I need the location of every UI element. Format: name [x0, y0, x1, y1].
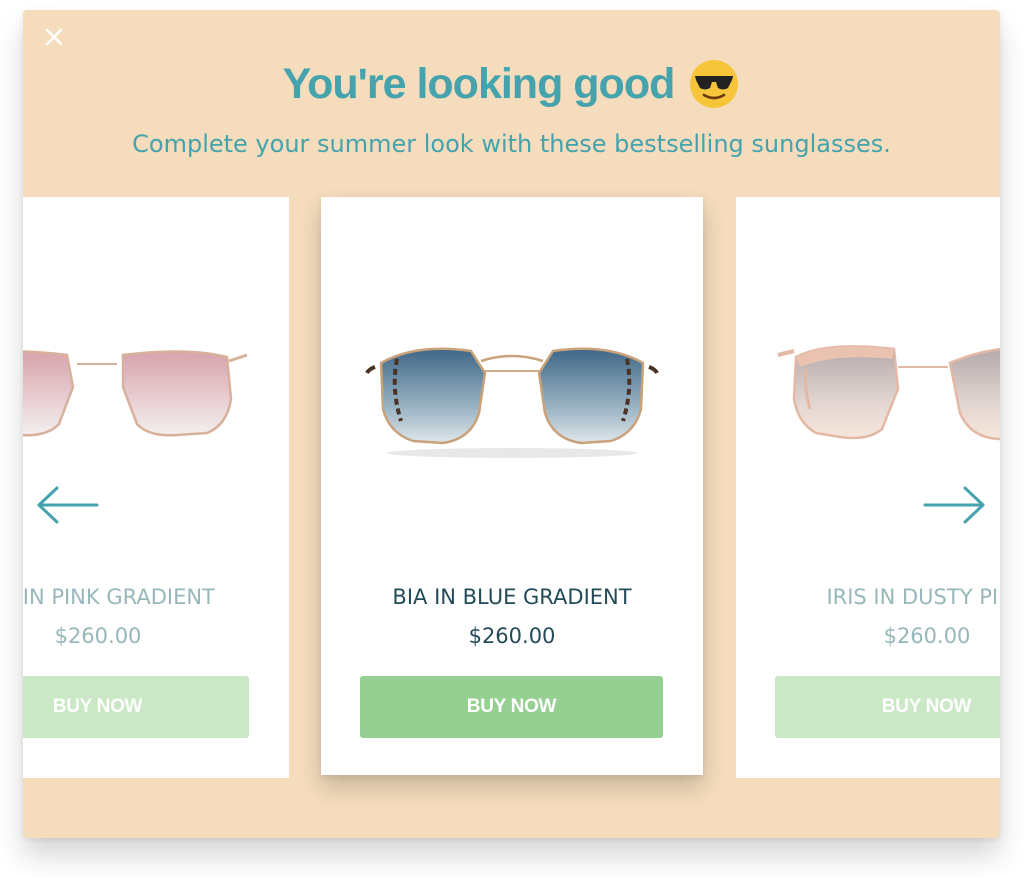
product-price: $260.00: [883, 624, 971, 648]
product-name: BIA IN PINK GRADIENT: [23, 585, 215, 609]
close-icon: [45, 28, 63, 46]
product-name: BIA IN BLUE GRADIENT: [392, 585, 632, 609]
product-price: $260.00: [54, 624, 142, 648]
product-card-center: BIA IN BLUE GRADIENT $260.00 BUY NOW: [321, 197, 703, 775]
dusty-pink-sunglasses-image: [777, 345, 1000, 441]
previous-button[interactable]: [35, 485, 99, 525]
next-button[interactable]: [923, 485, 987, 525]
promo-modal: You're looking good Complete your summer…: [23, 10, 1000, 838]
product-name: IRIS IN DUSTY PINK: [826, 585, 1000, 609]
close-button[interactable]: [41, 24, 67, 50]
sunglasses-emoji-icon: [690, 60, 739, 108]
modal-subtitle: Complete your summer look with these bes…: [132, 130, 891, 158]
arrow-left-icon: [37, 486, 99, 524]
modal-title-text: You're looking good: [282, 59, 676, 108]
buy-now-button[interactable]: BUY NOW: [360, 676, 663, 738]
buy-now-button[interactable]: BUY NOW: [23, 676, 249, 738]
modal-title: You're looking good: [23, 54, 1000, 114]
arrow-right-icon: [923, 486, 985, 524]
blue-gradient-sunglasses-image: [365, 347, 659, 458]
product-price: $260.00: [468, 624, 556, 648]
buy-now-button[interactable]: BUY NOW: [775, 676, 1000, 738]
pink-gradient-sunglasses-image: [23, 350, 248, 437]
